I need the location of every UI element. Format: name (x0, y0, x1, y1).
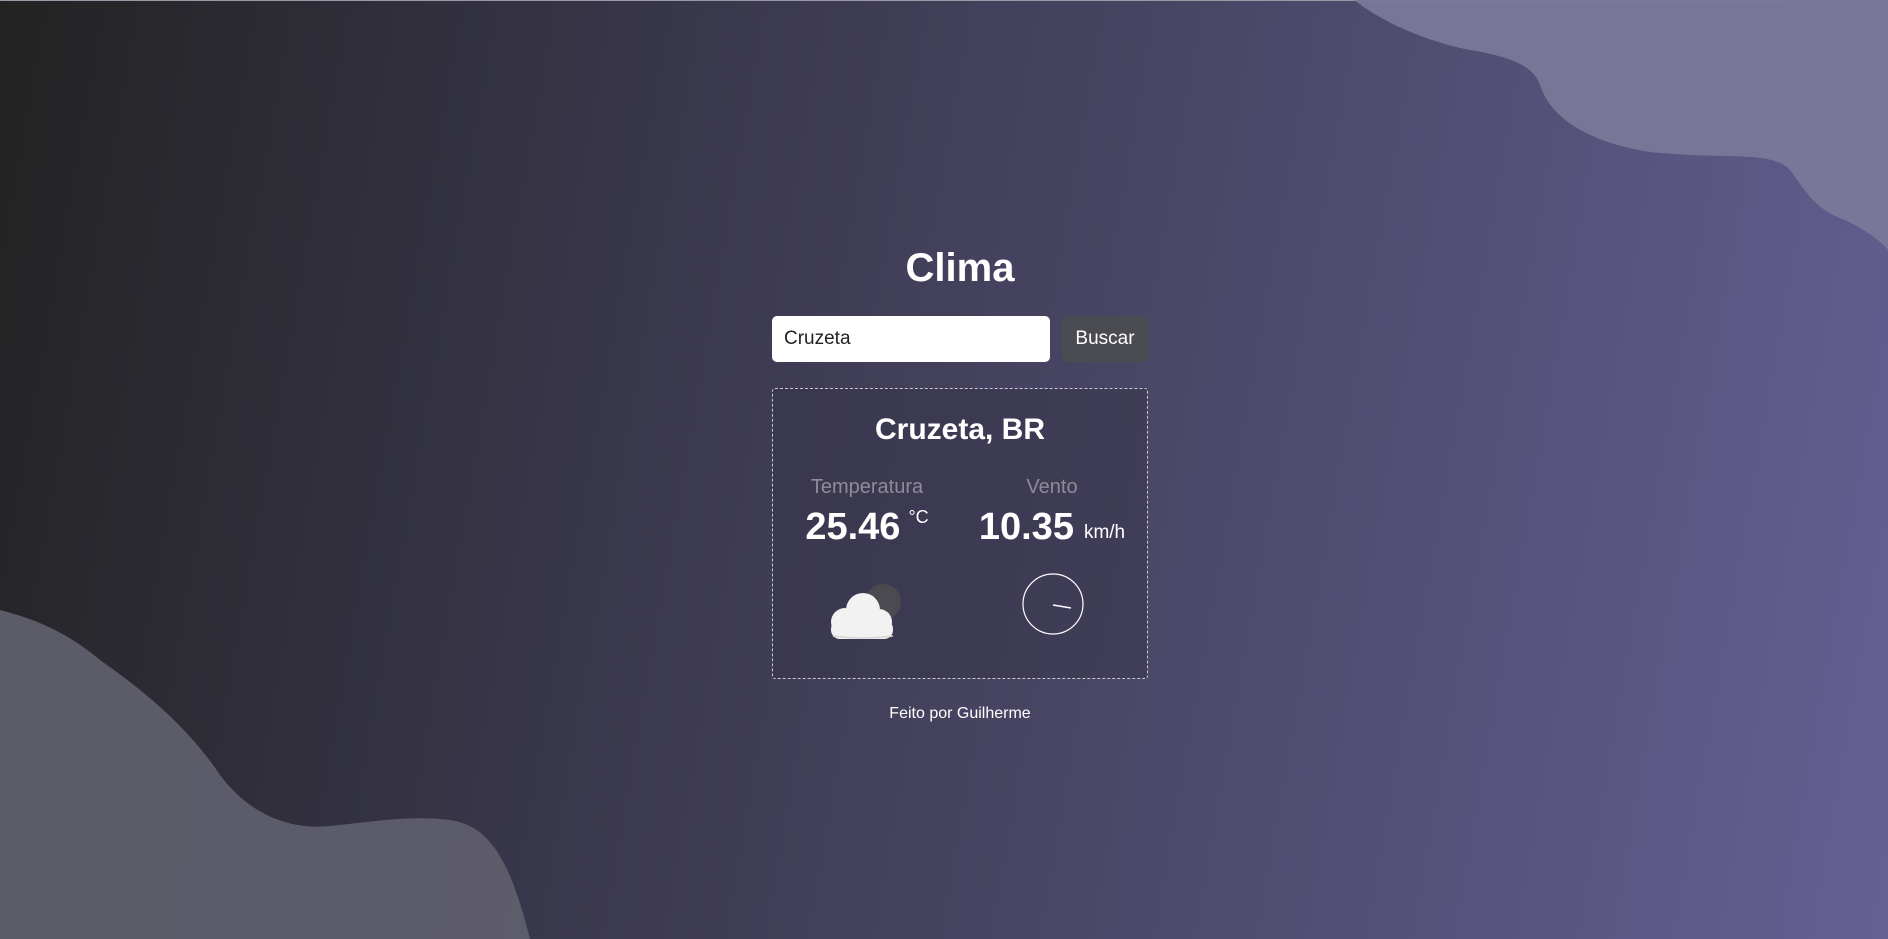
top-right-blob (1354, 0, 1888, 250)
city-search-input[interactable] (772, 316, 1050, 362)
page-title: Clima (905, 246, 1015, 290)
wind-value: 10.35 (978, 506, 1074, 548)
temperature-section: Temperatura 25.46 °C (782, 475, 952, 549)
temperature-label: Temperatura (810, 476, 924, 498)
search-bar: Buscar (772, 316, 1148, 362)
bottom-left-blob (0, 610, 530, 939)
wind-compass-icon (1022, 573, 1084, 635)
location-name: Cruzeta, BR (874, 413, 1046, 446)
footer-credit: Feito por Guilherme (889, 705, 1031, 722)
main-container: Clima Buscar Cruzeta, BR Temperatura 25.… (772, 240, 1148, 724)
temperature-value-row: 25.46 °C (782, 505, 952, 549)
wind-direction-needle (1052, 604, 1072, 609)
wind-section: Vento 10.35 km/h (967, 475, 1137, 549)
temperature-unit: °C (908, 507, 929, 527)
search-button[interactable]: Buscar (1062, 316, 1148, 362)
temperature-value: 25.46 (805, 506, 901, 548)
wind-unit: km/h (1083, 522, 1126, 543)
weather-card: Cruzeta, BR Temperatura 25.46 °C Vento 1… (772, 388, 1148, 679)
top-border-line (0, 0, 1888, 1)
wind-value-row: 10.35 km/h (967, 505, 1137, 549)
wind-label: Vento (1026, 476, 1078, 498)
cloud-moon-icon (831, 584, 901, 639)
